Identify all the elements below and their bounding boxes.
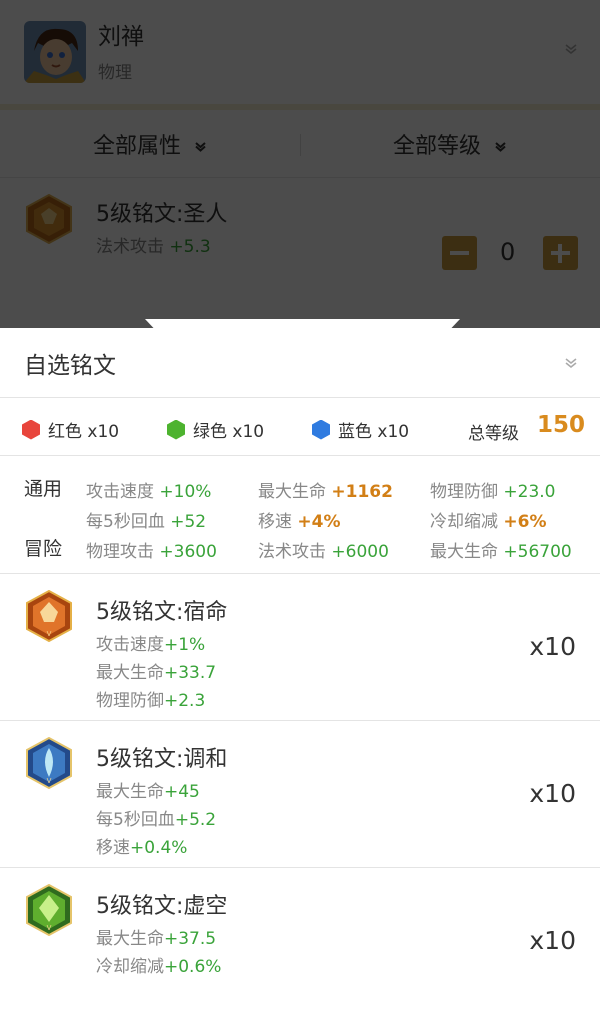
rune-attr: 最大生命+37.5 — [96, 929, 217, 949]
chevron-down-icon — [495, 142, 506, 152]
adventure-label: 冒险 — [24, 538, 63, 560]
stat-item: 法术攻击 +6000 — [258, 542, 389, 562]
rune-count: x10 — [529, 779, 576, 808]
stat-item: 攻击速度 +10% — [86, 482, 212, 502]
rune-list-item[interactable]: V 5级铭文:虚空 最大生命+37.5 冷却缩减+0.6% x10 — [0, 868, 600, 1013]
color-count-red: 红色 x10 — [22, 417, 119, 442]
rune-count: x10 — [529, 926, 576, 955]
total-level-value: 150 — [537, 412, 586, 438]
blue-hex-icon — [312, 419, 330, 440]
quantity-value: 0 — [500, 238, 516, 266]
rune-attr: 最大生命+33.7 — [96, 663, 217, 683]
green-rune-icon: V — [26, 884, 72, 937]
rune-attr: 移速+0.4% — [96, 838, 188, 858]
rune-list-item[interactable]: V 5级铭文:宿命 攻击速度+1% 最大生命+33.7 物理防御+2.3 x10 — [0, 574, 600, 721]
filter-attribute[interactable]: 全部属性 — [0, 128, 300, 160]
selected-rune-attr: 法术攻击 +5.3 — [96, 237, 211, 257]
chevron-down-icon[interactable] — [564, 42, 578, 56]
stat-item: 冷却缩减 +6% — [430, 512, 547, 532]
stat-item: 最大生命 +56700 — [430, 542, 572, 562]
rune-attr: 每5秒回血+5.2 — [96, 810, 217, 830]
rune-count: x10 — [529, 632, 576, 661]
filter-level-label: 全部等级 — [392, 133, 481, 159]
filter-attribute-label: 全部属性 — [92, 133, 181, 159]
rune-title: 5级铭文:宿命 — [96, 600, 228, 625]
stat-item: 物理攻击 +3600 — [86, 542, 217, 562]
selected-rune-title: 5级铭文:圣人 — [96, 202, 228, 227]
chevron-down-icon — [195, 142, 206, 152]
top-area: 刘禅 物理 全部属性 全部等级 5级铭文:圣人 法术攻击 +5.3 0 — [0, 0, 600, 328]
svg-text:V: V — [47, 630, 52, 638]
rune-title: 5级铭文:调和 — [96, 747, 228, 772]
stat-item: 移速 +4% — [258, 512, 341, 532]
red-rune-icon — [26, 194, 72, 244]
blue-rune-icon: V — [26, 737, 72, 790]
rune-list-item[interactable]: V 5级铭文:调和 最大生命+45 每5秒回血+5.2 移速+0.4% x10 — [0, 721, 600, 868]
hero-avatar — [24, 21, 86, 83]
stat-item: 物理防御 +23.0 — [430, 482, 556, 502]
rune-attr: 攻击速度+1% — [96, 635, 206, 655]
color-count-blue: 蓝色 x10 — [312, 417, 409, 442]
red-rune-icon: V — [26, 590, 72, 643]
hero-name: 刘禅 — [98, 23, 144, 50]
hero-header[interactable]: 刘禅 物理 — [0, 0, 600, 110]
color-count-green: 绿色 x10 — [167, 417, 264, 442]
filter-bar: 全部属性 全部等级 — [0, 110, 600, 178]
filter-divider — [300, 134, 301, 156]
rune-panel: 自选铭文 红色 x10 绿色 x10 蓝色 x10 总等级 150 通用 攻击速… — [0, 328, 600, 1013]
stat-item: 最大生命 +1162 — [258, 482, 393, 502]
rune-attr: 冷却缩减+0.6% — [96, 957, 222, 977]
hero-type: 物理 — [98, 62, 132, 83]
rune-attr: 最大生命+45 — [96, 782, 200, 802]
rune-title: 5级铭文:虚空 — [96, 894, 228, 919]
panel-header[interactable]: 自选铭文 — [0, 328, 600, 398]
stats-summary: 通用 攻击速度 +10% 最大生命 +1162 物理防御 +23.0 每5秒回血… — [0, 456, 600, 574]
panel-title: 自选铭文 — [24, 352, 116, 379]
rune-attr: 物理防御+2.3 — [96, 691, 206, 711]
red-hex-icon — [22, 419, 40, 440]
green-hex-icon — [167, 419, 185, 440]
increment-button[interactable] — [543, 236, 578, 270]
stat-item: 每5秒回血 +52 — [86, 512, 207, 532]
filter-level[interactable]: 全部等级 — [300, 128, 600, 160]
svg-text:V: V — [47, 924, 52, 932]
color-summary: 红色 x10 绿色 x10 蓝色 x10 总等级 150 — [0, 398, 600, 456]
total-level-label: 总等级 — [468, 424, 519, 444]
decrement-button[interactable] — [442, 236, 477, 270]
svg-text:V: V — [47, 777, 52, 785]
chevron-down-icon[interactable] — [564, 356, 578, 370]
general-label: 通用 — [24, 478, 63, 500]
